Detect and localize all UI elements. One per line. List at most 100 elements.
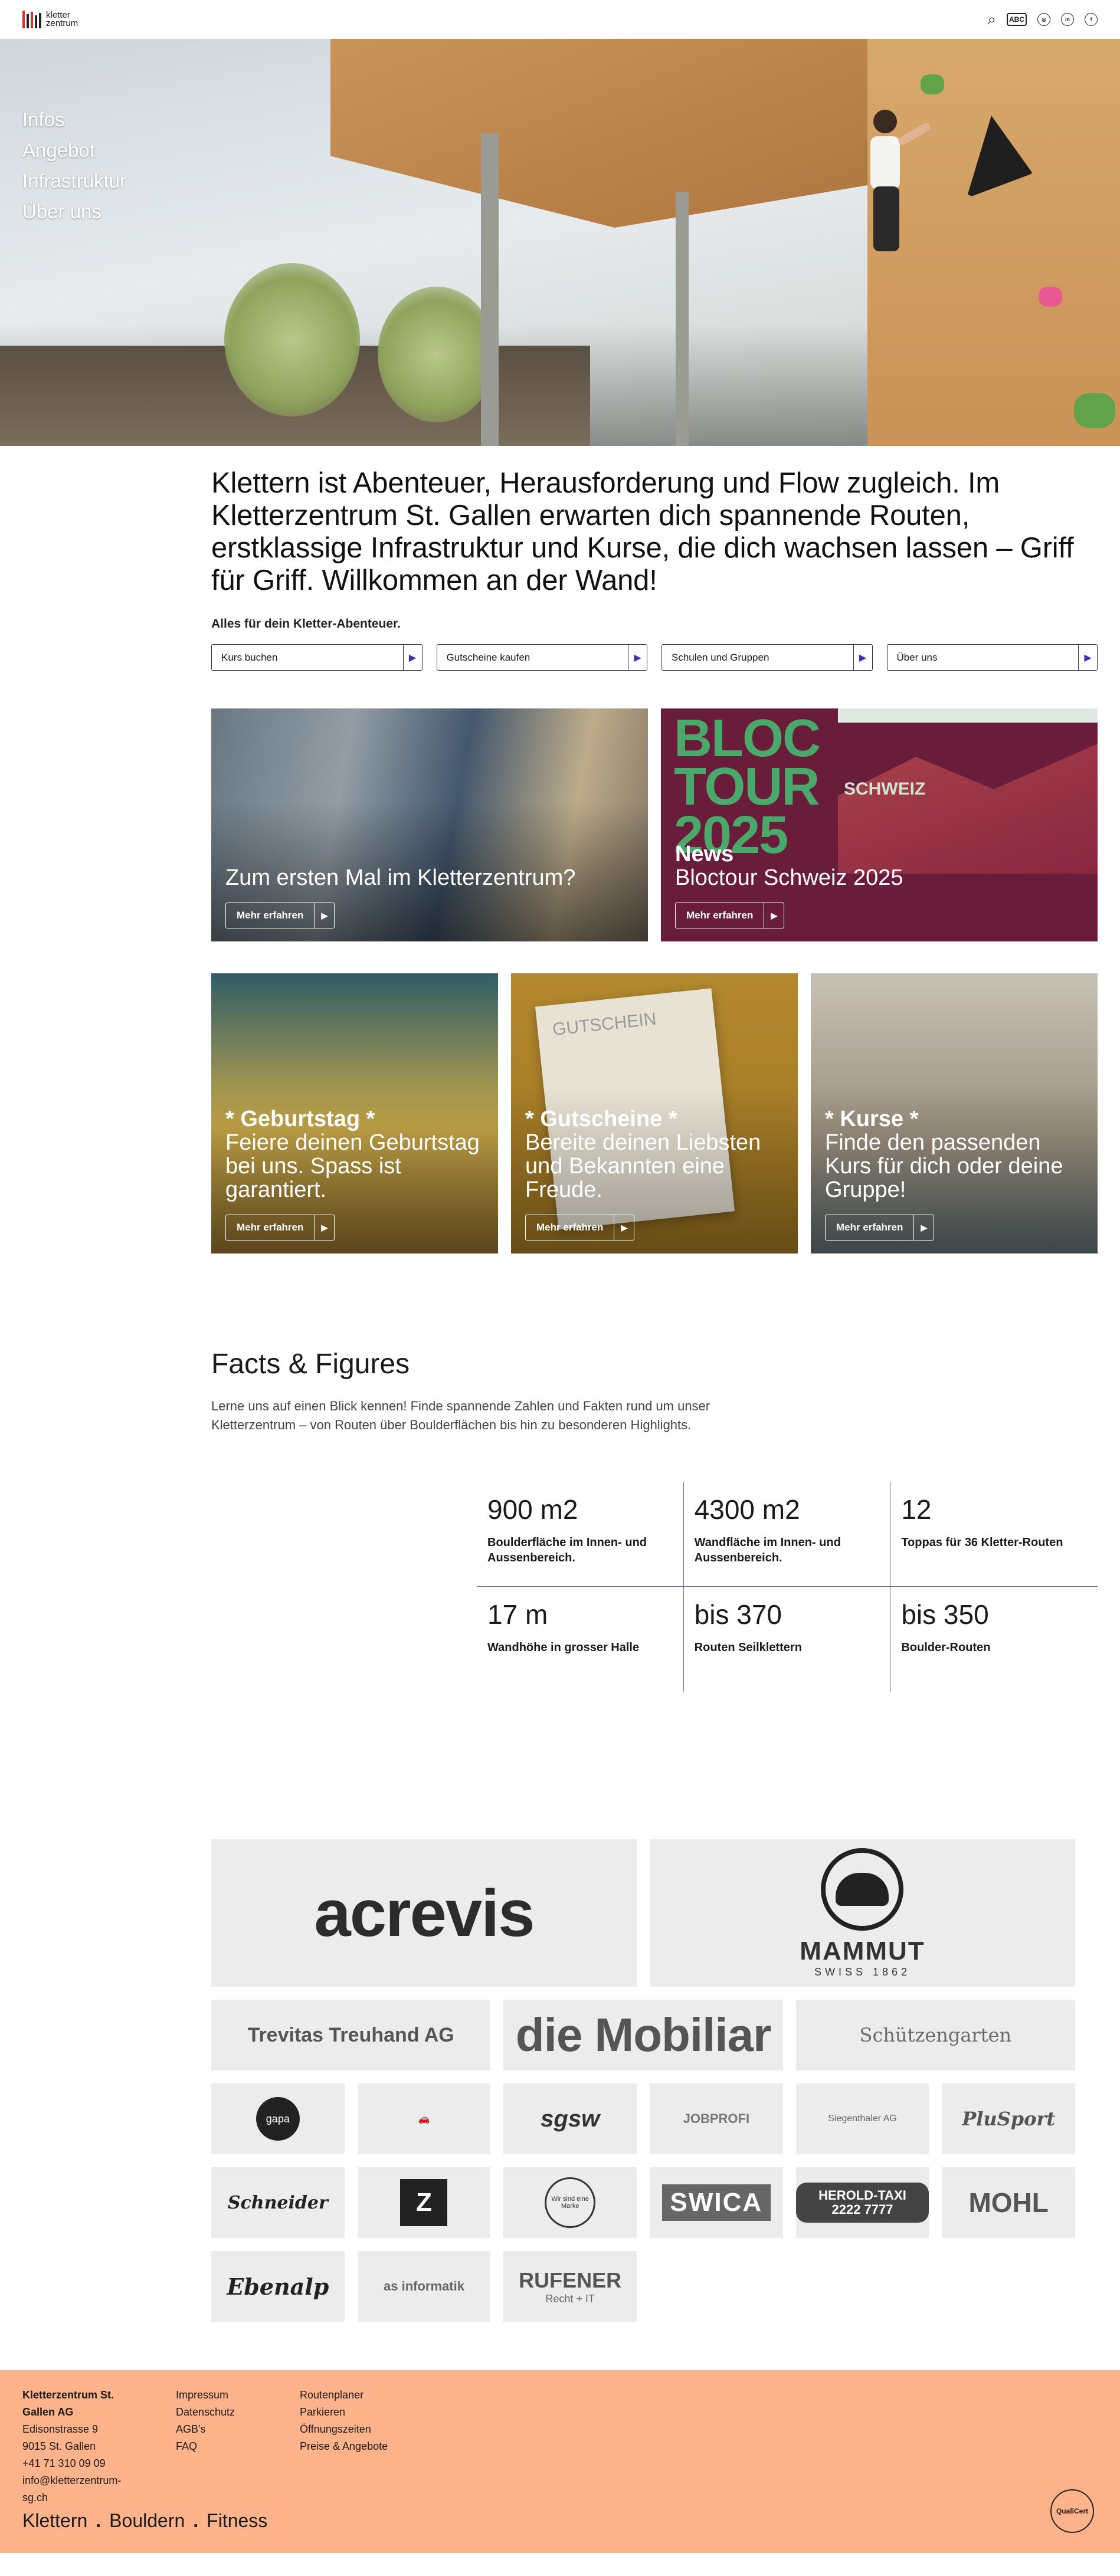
teaser-kicker: News (675, 842, 734, 867)
button-label: Mehr erfahren (536, 1222, 604, 1233)
teaser-card-kurse[interactable]: * Kurse * Finde den passenden Kurs für d… (811, 973, 1098, 1253)
sponsor-mohl[interactable]: MOHL (942, 2167, 1075, 2238)
footer-link-preise[interactable]: Preise & Angebote (300, 2440, 388, 2452)
sponsor-plusport[interactable]: PluSport (942, 2083, 1075, 2154)
sponsor-logo-text: JOBPROFI (683, 2111, 750, 2126)
footer-address: Kletterzentrum St. Gallen AG Edisonstras… (22, 2387, 146, 2506)
sponsor-trevitas[interactable]: Trevitas Treuhand AG (211, 2000, 491, 2070)
sponsor-schneider[interactable]: Schneider (211, 2167, 345, 2238)
intro-headline: Klettern ist Abenteuer, Herausforderung … (211, 467, 1074, 596)
sponsor-gapa[interactable]: gapa (211, 2083, 345, 2154)
mehr-erfahren-button[interactable]: Mehr erfahren ▶ (825, 1215, 935, 1241)
teaser-card-bloctour[interactable]: BLOC TOUR 2025 SCHWEIZ News Bloctour Sch… (661, 708, 1098, 941)
instagram-icon[interactable]: ◎ (1037, 13, 1050, 26)
footer-link-impressum[interactable]: Impressum (176, 2389, 228, 2401)
teaser-title: Bloctour Schweiz 2025 (675, 865, 903, 890)
search-icon[interactable]: ⌕ (987, 10, 996, 29)
sponsor-herold-taxi[interactable]: HEROLD-TAXI 2222 7777 (795, 2167, 929, 2238)
mammoth-icon (821, 1847, 904, 1931)
sponsor-logo-text: sgsw (541, 2105, 600, 2132)
site-logo[interactable]: kletter zentrum (22, 11, 78, 28)
nav-item-infrastruktur[interactable]: Infrastruktur (22, 170, 126, 192)
footer-links-legal: Impressum Datenschutz AGB's FAQ (176, 2387, 270, 2506)
teaser-kicker: * Kurse * (825, 1107, 919, 1131)
fact-value: bis 350 (901, 1599, 989, 1630)
teaser-row-top: Zum ersten Mal im Kletterzentrum? Mehr e… (0, 708, 1120, 941)
sponsor-mobiliar[interactable]: die Mobiliar (503, 2000, 783, 2070)
sponsor-logo-text: MOHL (968, 2187, 1049, 2218)
nav-item-angebot[interactable]: Angebot (22, 139, 126, 162)
logo-line-2: zentrum (46, 18, 78, 28)
fact-value: 900 m2 (487, 1494, 578, 1525)
teaser-card-first-visit[interactable]: Zum ersten Mal im Kletterzentrum? Mehr e… (211, 708, 648, 941)
footer-tagline: Klettern . Bouldern . Fitness (22, 2510, 267, 2532)
teaser-title: Zum ersten Mal im Kletterzentrum? (225, 865, 576, 890)
teaser-row-bottom: * Geburtstag * Feiere deinen Geburtstag … (0, 973, 1120, 1253)
footer-city: 9015 St. Gallen (22, 2440, 96, 2452)
teaser-card-geburtstag[interactable]: * Geburtstag * Feiere deinen Geburtstag … (211, 973, 498, 1253)
sponsor-logo-text: gapa (256, 2097, 300, 2141)
mehr-erfahren-button[interactable]: Mehr erfahren ▶ (525, 1215, 635, 1241)
button-label: Über uns (896, 651, 938, 663)
sponsor-logo-text: acrevis (314, 1876, 535, 1950)
sponsor-z[interactable]: Z (357, 2167, 491, 2238)
sponsor-ebenalp[interactable]: Ebenalp (211, 2251, 345, 2322)
sponsor-jobprofi[interactable]: JOBPROFI (650, 2083, 783, 2154)
facebook-icon[interactable]: f (1085, 13, 1098, 26)
teaser-kicker: * Gutscheine * (525, 1107, 677, 1131)
sponsor-swica[interactable]: SWICA (650, 2167, 783, 2238)
nav-item-ueber-uns[interactable]: Über uns (22, 201, 126, 223)
button-label: Mehr erfahren (237, 1222, 304, 1233)
button-label: Mehr erfahren (686, 910, 754, 921)
footer-link-datenschutz[interactable]: Datenschutz (176, 2406, 235, 2418)
button-label: Mehr erfahren (237, 910, 304, 921)
nav-item-infos[interactable]: Infos (22, 109, 126, 131)
accessibility-button[interactable]: ABC (1007, 13, 1027, 26)
sponsor-logo-text: Z (400, 2179, 448, 2226)
header-tools: ⌕ ABC ◎ in f (987, 10, 1098, 29)
footer-link-parkieren[interactable]: Parkieren (300, 2406, 345, 2418)
sponsor-logo-text: MAMMUT (800, 1936, 925, 1965)
intro-section: Klettern ist Abenteuer, Herausforderung … (0, 446, 1120, 671)
mehr-erfahren-button[interactable]: Mehr erfahren ▶ (225, 1215, 335, 1241)
sponsor-acrevis[interactable]: acrevis (211, 1839, 637, 1987)
sponsor-logo-sub: SWISS 1862 (814, 1965, 911, 1978)
play-arrow-icon: ▶ (1078, 645, 1097, 670)
sponsor-rufener[interactable]: RUFENER Recht + IT (503, 2251, 637, 2322)
mehr-erfahren-button[interactable]: Mehr erfahren ▶ (225, 903, 335, 928)
qualicert-badge: QualiCert (1050, 2489, 1094, 2533)
sponsor-logo-text: as informatik (384, 2279, 464, 2293)
teaser-card-gutscheine[interactable]: GUTSCHEIN * Gutscheine * Bereite deinen … (511, 973, 798, 1253)
play-arrow-icon: ▶ (853, 645, 872, 670)
footer-link-oeffnungszeiten[interactable]: Öffnungszeiten (300, 2423, 371, 2435)
linkedin-icon[interactable]: in (1061, 13, 1074, 26)
footer-link-agb[interactable]: AGB's (176, 2423, 205, 2435)
sponsors-section: acrevis MAMMUT SWISS 1862 Trevitas Treuh… (0, 1692, 1120, 2322)
footer-link-routenplaner[interactable]: Routenplaner (300, 2389, 363, 2401)
footer-tag: Fitness (207, 2510, 268, 2531)
fact-label: Wandhöhe in grosser Halle (487, 1641, 640, 1654)
button-label: Gutscheine kaufen (446, 651, 530, 663)
sponsor-car-logo[interactable]: 🚗 (357, 2083, 491, 2154)
ueber-uns-button[interactable]: Über uns ▶ (886, 644, 1098, 671)
mehr-erfahren-button[interactable]: Mehr erfahren ▶ (675, 903, 785, 928)
kurs-buchen-button[interactable]: Kurs buchen ▶ (211, 644, 423, 671)
sponsor-sgsw[interactable]: sgsw (503, 2083, 637, 2154)
sponsor-logo-text: Trevitas Treuhand AG (247, 2023, 454, 2046)
facts-section: Facts & Figures Lerne uns auf einen Blic… (0, 1253, 1120, 1692)
sponsor-siegenthaler[interactable]: Siegenthaler AG (795, 2083, 929, 2154)
sponsor-as-informatik[interactable]: as informatik (357, 2251, 491, 2322)
sponsor-mammut[interactable]: MAMMUT SWISS 1862 (650, 1839, 1075, 1987)
footer-link-faq[interactable]: FAQ (176, 2440, 197, 2452)
footer-phone-link[interactable]: +41 71 310 09 09 (22, 2457, 106, 2469)
footer-email-link[interactable]: info@kletterzentrum-sg.ch (22, 2475, 121, 2503)
sponsor-seal[interactable]: Wir sind eine Marke (503, 2167, 637, 2238)
sponsor-schuetzengarten[interactable]: Schützengarten (795, 2000, 1075, 2070)
fact-value: 17 m (487, 1599, 548, 1630)
play-arrow-icon: ▶ (314, 903, 334, 928)
schulen-gruppen-button[interactable]: Schulen und Gruppen ▶ (661, 644, 873, 671)
gutscheine-kaufen-button[interactable]: Gutscheine kaufen ▶ (436, 644, 647, 671)
fact-value: 12 (901, 1494, 932, 1525)
voucher-label: GUTSCHEIN (551, 1009, 657, 1040)
footer-company: Kletterzentrum St. Gallen AG (22, 2389, 114, 2418)
